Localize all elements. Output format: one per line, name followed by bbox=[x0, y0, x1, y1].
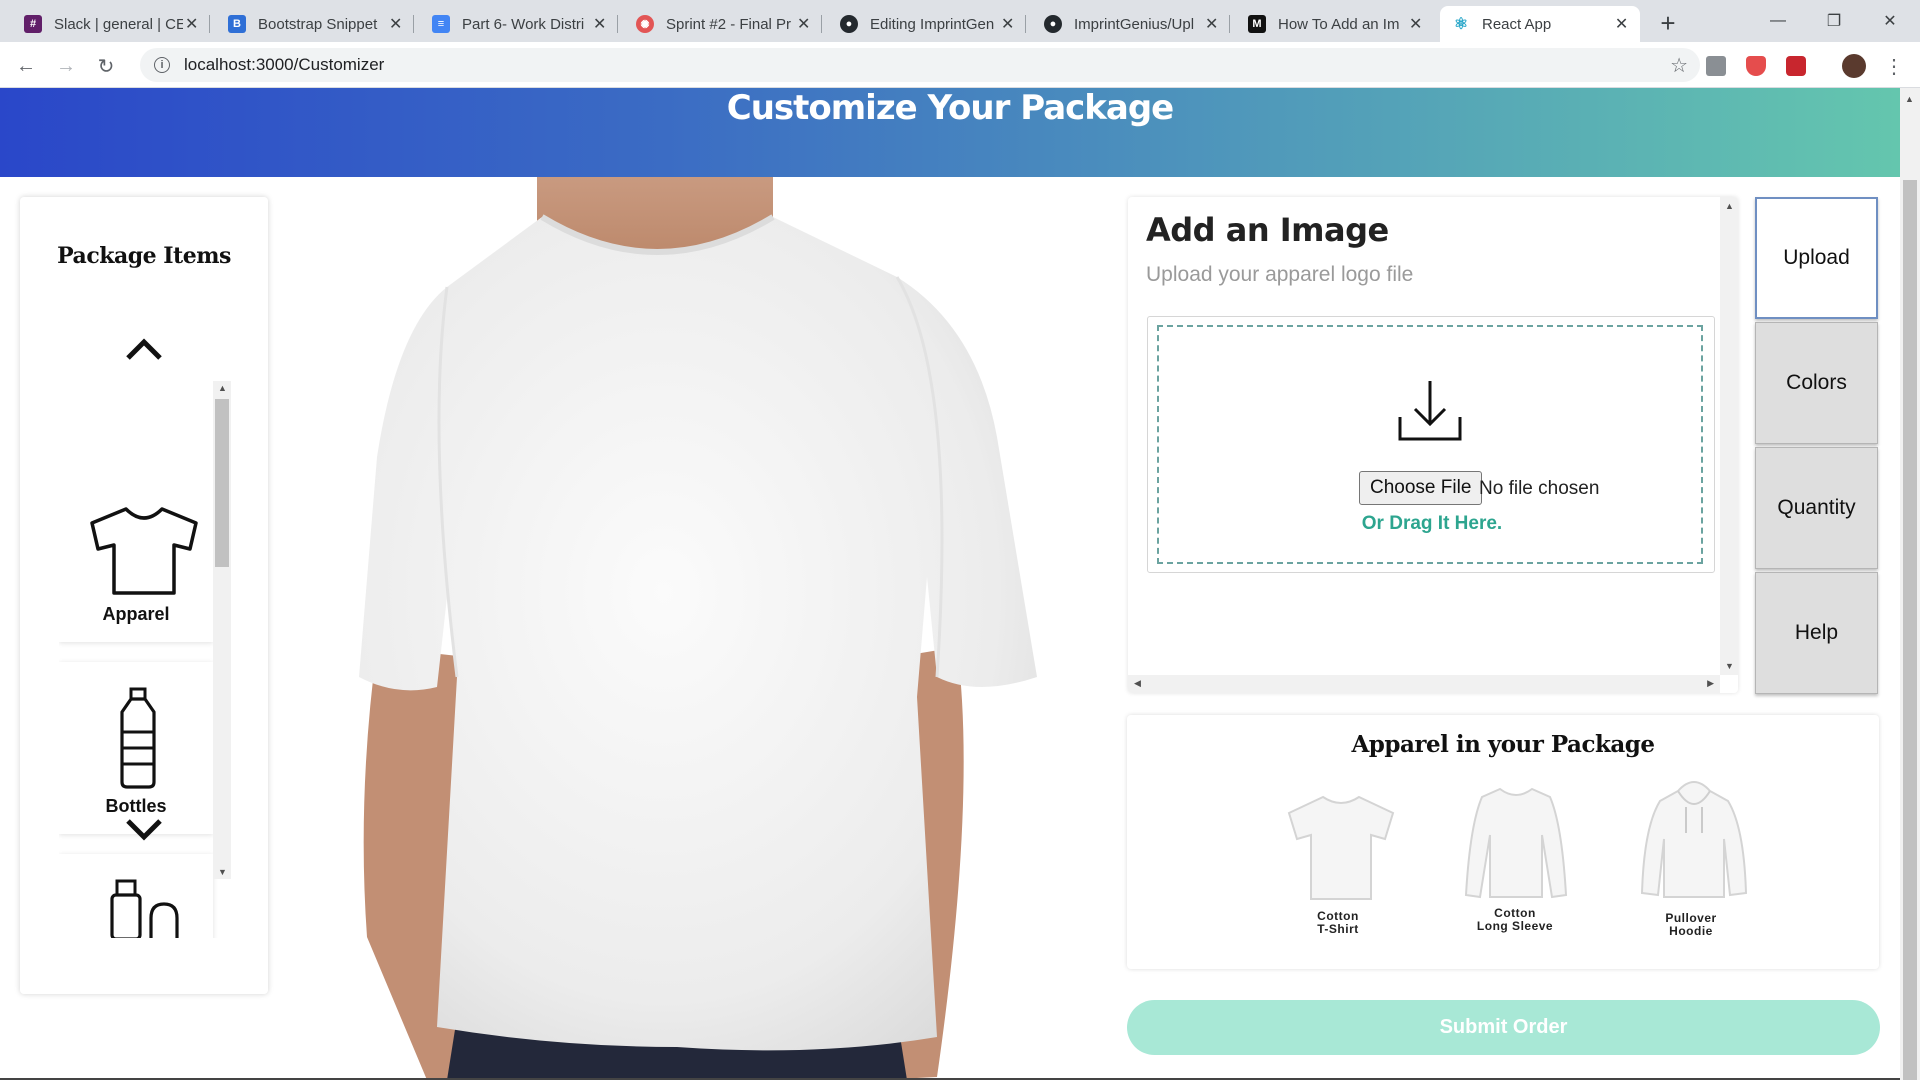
page-content: Customize Your Package Package Items App… bbox=[0, 88, 1900, 1080]
package-item-bottles[interactable]: Bottles bbox=[59, 662, 213, 834]
close-icon[interactable]: ✕ bbox=[1203, 14, 1220, 34]
camera-extension-icon[interactable] bbox=[1706, 56, 1726, 76]
file-status: No file chosen bbox=[1479, 478, 1600, 499]
bottle-icon bbox=[120, 687, 156, 789]
reload-button[interactable]: ↻ bbox=[92, 52, 120, 80]
scrollbar-thumb[interactable] bbox=[215, 399, 229, 567]
bag-icon bbox=[110, 879, 179, 938]
menu-icon[interactable]: ⋮ bbox=[1880, 52, 1908, 80]
package-list-scrollbar[interactable]: ▲ ▼ bbox=[213, 381, 231, 879]
github-icon: ● bbox=[1044, 15, 1062, 33]
product-preview bbox=[337, 177, 1089, 1080]
info-icon[interactable]: i bbox=[154, 57, 170, 73]
long-sleeve-thumbnail bbox=[1464, 787, 1568, 899]
upload-vertical-scrollbar[interactable]: ▲ ▼ bbox=[1720, 197, 1738, 675]
apparel-panel-title: Apparel in your Package bbox=[1351, 731, 1655, 758]
apparel-caption-line2: T-Shirt bbox=[1317, 922, 1359, 936]
tshirt-icon bbox=[90, 507, 198, 595]
file-dropzone[interactable]: Choose File No file chosen Or Drag It He… bbox=[1147, 316, 1715, 573]
scrollbar-thumb[interactable] bbox=[1903, 180, 1917, 1080]
tab-title: ImprintGenius/Upl bbox=[1074, 15, 1195, 33]
page-header: Customize Your Package bbox=[0, 88, 1900, 177]
close-icon[interactable]: ✕ bbox=[999, 14, 1016, 34]
page-title: Customize Your Package bbox=[726, 88, 1175, 128]
page-scrollbar[interactable]: ▲ bbox=[1900, 88, 1920, 1080]
browser-tab-strip: # Slack | general | CE ✕ B Bootstrap Sni… bbox=[0, 0, 1920, 42]
restore-button[interactable]: ❐ bbox=[1806, 0, 1862, 42]
apparel-caption-line2: Hoodie bbox=[1669, 924, 1713, 938]
apparel-item-long-sleeve[interactable]: Cotton Long Sleeve bbox=[1450, 777, 1580, 957]
minimize-button[interactable]: — bbox=[1750, 0, 1806, 42]
tab-help[interactable]: Help bbox=[1755, 572, 1878, 694]
close-icon[interactable]: ✕ bbox=[387, 14, 404, 34]
pinwheel-icon: ✺ bbox=[636, 15, 654, 33]
tab-title: Sprint #2 - Final Pr bbox=[666, 15, 792, 33]
bootstrap-icon: B bbox=[228, 15, 246, 33]
download-icon bbox=[1398, 381, 1462, 441]
close-icon[interactable]: ✕ bbox=[1407, 14, 1424, 34]
back-button[interactable]: ← bbox=[12, 52, 40, 80]
tshirt-model-image bbox=[359, 177, 1037, 1080]
close-icon[interactable]: ✕ bbox=[183, 14, 200, 34]
tshirt-thumbnail bbox=[1287, 795, 1395, 900]
tab-title: React App bbox=[1482, 15, 1552, 33]
choose-file-button[interactable]: Choose File bbox=[1359, 471, 1483, 505]
package-item-apparel[interactable]: Apparel bbox=[59, 470, 213, 642]
package-item-label: Bottles bbox=[105, 796, 167, 816]
tab-slack[interactable]: # Slack | general | CE ✕ bbox=[12, 6, 210, 42]
new-tab-button[interactable]: + bbox=[1653, 8, 1683, 39]
tab-sprint[interactable]: ✺ Sprint #2 - Final Pr ✕ bbox=[624, 6, 822, 42]
upload-horizontal-scrollbar[interactable]: ◀ ▶ bbox=[1128, 675, 1720, 693]
medium-icon: M bbox=[1248, 15, 1266, 33]
forward-button[interactable]: → bbox=[52, 52, 80, 80]
tab-upload[interactable]: Upload bbox=[1755, 197, 1878, 319]
address-bar[interactable]: i localhost:3000/Customizer ☆ bbox=[140, 48, 1700, 82]
tab-title: How To Add an Im bbox=[1278, 15, 1400, 33]
extension-icon[interactable] bbox=[1786, 56, 1806, 76]
react-icon: ⚛ bbox=[1452, 15, 1470, 33]
tab-title: Part 6- Work Distri bbox=[462, 15, 585, 33]
close-icon[interactable]: ✕ bbox=[795, 14, 812, 34]
shield-extension-icon[interactable] bbox=[1746, 56, 1766, 76]
tab-bootstrap[interactable]: B Bootstrap Snippet ✕ bbox=[216, 6, 414, 42]
docs-icon: ≡ bbox=[432, 15, 450, 33]
apparel-item-hoodie[interactable]: Pullover Hoodie bbox=[1626, 777, 1756, 957]
package-items-title: Package Items bbox=[57, 243, 231, 269]
bookmark-star-icon[interactable]: ☆ bbox=[1670, 53, 1688, 78]
profile-avatar[interactable] bbox=[1842, 54, 1866, 78]
close-icon[interactable]: ✕ bbox=[1613, 14, 1630, 34]
tab-title: Slack | general | CE bbox=[54, 15, 184, 33]
url-text: localhost:3000/Customizer bbox=[184, 55, 385, 74]
drag-hint: Or Drag It Here. bbox=[1361, 513, 1503, 534]
tab-docs[interactable]: ≡ Part 6- Work Distri ✕ bbox=[420, 6, 618, 42]
tab-colors[interactable]: Colors bbox=[1755, 322, 1878, 444]
close-icon[interactable]: ✕ bbox=[591, 14, 608, 34]
upload-title: Add an Image bbox=[1146, 211, 1389, 249]
tab-github-repo[interactable]: ● ImprintGenius/Upl ✕ bbox=[1032, 6, 1230, 42]
chevron-up-icon[interactable] bbox=[122, 334, 166, 364]
close-window-button[interactable]: ✕ bbox=[1862, 0, 1918, 42]
apparel-item-tshirt[interactable]: Cotton T-Shirt bbox=[1273, 777, 1403, 957]
tab-react-app[interactable]: ⚛ React App ✕ bbox=[1440, 6, 1640, 42]
apparel-in-package-panel: Apparel in your Package Cotton T-Shirt C… bbox=[1127, 715, 1879, 969]
browser-toolbar: ← → ↻ i localhost:3000/Customizer ☆ ⋮ bbox=[0, 42, 1920, 88]
tab-quantity[interactable]: Quantity bbox=[1755, 447, 1878, 569]
apparel-caption-line2: Long Sleeve bbox=[1476, 919, 1554, 933]
chevron-down-icon[interactable] bbox=[122, 815, 166, 845]
slack-icon: # bbox=[24, 15, 42, 33]
upload-panel: Add an Image Upload your apparel logo fi… bbox=[1128, 197, 1738, 693]
submit-order-button[interactable]: Submit Order bbox=[1127, 1000, 1880, 1055]
upload-subtitle: Upload your apparel logo file bbox=[1146, 263, 1414, 286]
package-item-bags[interactable] bbox=[59, 854, 213, 938]
hoodie-thumbnail bbox=[1640, 781, 1748, 898]
tab-github-editing[interactable]: ● Editing ImprintGen ✕ bbox=[828, 6, 1026, 42]
tab-title: Editing ImprintGen bbox=[870, 15, 995, 33]
customizer-side-tabs: Upload Colors Quantity Help bbox=[1755, 197, 1878, 694]
package-item-label: Apparel bbox=[102, 604, 170, 624]
tab-medium[interactable]: M How To Add an Im ✕ bbox=[1236, 6, 1434, 42]
tab-title: Bootstrap Snippet bbox=[258, 15, 378, 33]
github-icon: ● bbox=[840, 15, 858, 33]
